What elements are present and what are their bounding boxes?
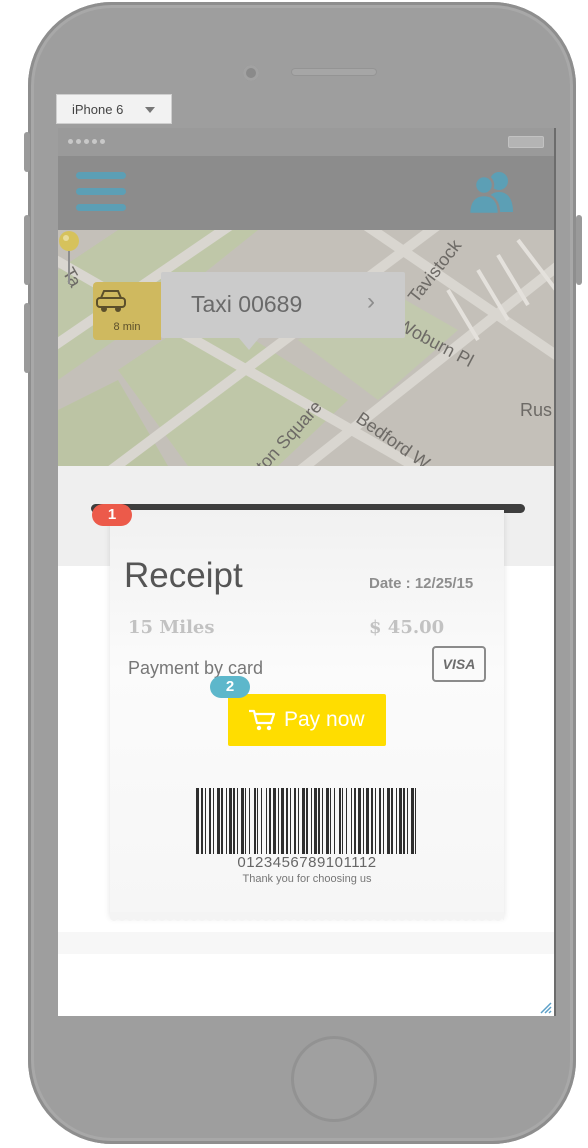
trip-distance: 15 Miles — [128, 617, 215, 638]
volume-down-button — [24, 303, 30, 373]
taxi-car-icon — [96, 290, 126, 312]
home-button[interactable] — [291, 1036, 377, 1122]
device-selector-value: iPhone 6 — [72, 102, 124, 117]
receipt-paper: Receipt Date : 12/25/15 15 Miles $ 45.00… — [110, 510, 504, 916]
resize-grip-icon[interactable] — [538, 1000, 552, 1014]
callout-pointer — [239, 338, 259, 350]
receipt-torn-edge — [110, 912, 504, 921]
receipt-title: Receipt — [124, 556, 243, 595]
app-header — [58, 156, 554, 230]
trip-amount: $ 45.00 — [369, 617, 445, 638]
hamburger-menu-icon[interactable] — [76, 172, 126, 212]
taxi-name: Taxi 00689 — [191, 291, 303, 317]
cart-icon — [249, 709, 276, 731]
front-camera — [243, 65, 259, 81]
users-icon[interactable] — [466, 168, 520, 216]
mute-switch — [24, 132, 30, 172]
taxi-eta-badge[interactable]: 8 min — [93, 282, 161, 340]
barcode-number: 0123456789101112 — [237, 854, 377, 871]
annotation-marker-2[interactable]: 2 — [210, 676, 250, 698]
taxi-info-callout[interactable]: Taxi 00689 › — [161, 272, 405, 350]
barcode — [196, 788, 416, 854]
annotation-marker-1[interactable]: 1 — [92, 504, 132, 526]
receipt-panel: Receipt Date : 12/25/15 15 Miles $ 45.00… — [58, 466, 554, 1016]
status-bar — [58, 128, 554, 156]
battery-icon — [508, 136, 544, 148]
receipt-date: Date : 12/25/15 — [369, 575, 474, 592]
chevron-down-icon — [145, 107, 155, 113]
map-view[interactable]: Tavistock Woburn Pl Bedford W ton Square… — [58, 230, 554, 466]
receipt-backdrop-lower — [58, 932, 554, 954]
signal-icon — [68, 139, 105, 144]
volume-up-button — [24, 215, 30, 285]
visa-card-icon: VISA — [432, 646, 486, 682]
thank-you-note: Thank you for choosing us — [242, 873, 372, 885]
phone-screen: Tavistock Woburn Pl Bedford W ton Square… — [58, 128, 556, 1016]
earpiece-speaker — [291, 68, 377, 76]
pay-now-label: Pay now — [284, 708, 365, 731]
taxi-eta: 8 min — [113, 321, 141, 333]
chevron-right-icon: › — [367, 288, 375, 315]
street-label: Rus — [520, 400, 553, 420]
power-button — [576, 215, 582, 285]
pay-now-button[interactable]: Pay now — [228, 694, 386, 746]
map-pin-icon — [59, 231, 79, 284]
device-selector[interactable]: iPhone 6 — [56, 94, 172, 124]
